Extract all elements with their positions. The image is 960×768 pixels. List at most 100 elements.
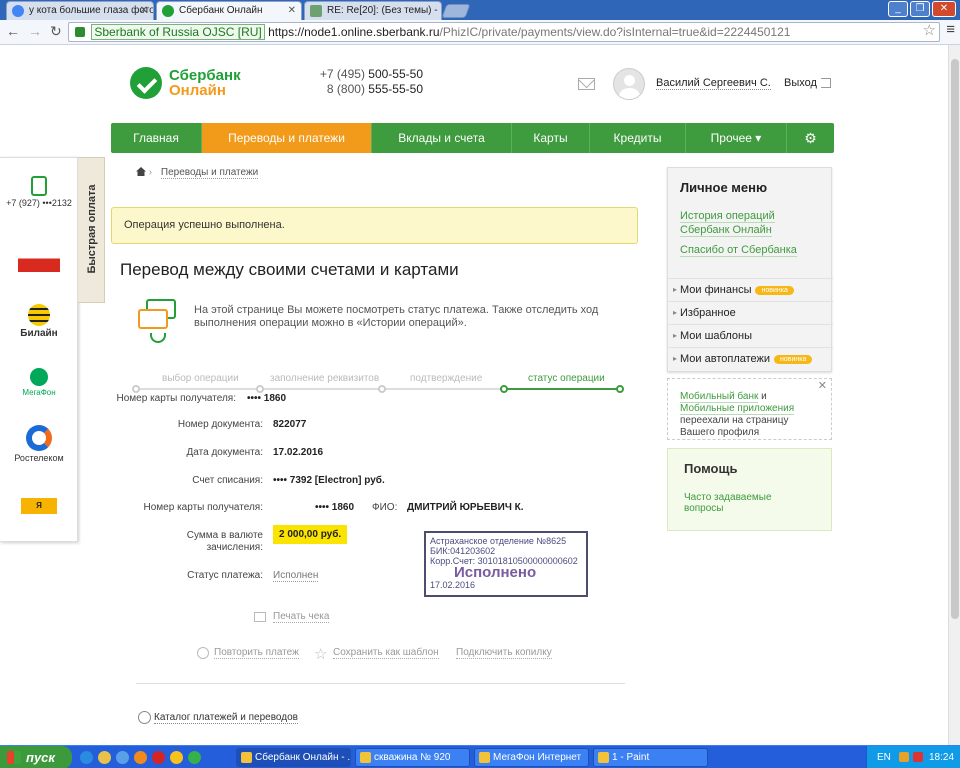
page-title: Перевод между своими счетами и картами [120, 260, 459, 279]
mobile-bank-link[interactable]: Мобильный банк [680, 391, 759, 403]
back-icon[interactable]: ← [6, 23, 20, 39]
quick-pay-megafon[interactable]: МегаФон [0, 368, 78, 397]
new-badge: новинка [755, 286, 794, 295]
chevron-right-icon: ▸ [673, 308, 678, 317]
folder-icon[interactable] [98, 751, 111, 764]
piggy-bank-link[interactable]: Подключить копилку [456, 647, 552, 659]
catalog-link[interactable]: Каталог платежей и переводов [154, 712, 298, 724]
taskbar-sberbank[interactable]: Сбербанк Онлайн - ... [236, 748, 351, 767]
home-icon[interactable] [136, 167, 146, 176]
first-card-value: •••• 1860 [247, 393, 287, 404]
bookmark-star-icon[interactable]: ☆ [923, 21, 936, 39]
firefox-icon[interactable] [134, 751, 147, 764]
printer-icon[interactable] [254, 612, 266, 622]
repeat-icon[interactable] [197, 647, 209, 659]
settings-gear-icon[interactable]: ⚙ [787, 123, 834, 153]
nav-other[interactable]: Прочее ▾ [686, 123, 787, 153]
history-link-2[interactable]: Сбербанк Онлайн [680, 224, 772, 237]
info-text: На этой странице Вы можете посмотреть ст… [194, 304, 599, 329]
menu-autopayments[interactable]: ▸ Мои автоплатежи новинка [668, 347, 833, 370]
new-badge: новинка [774, 355, 813, 364]
avatar[interactable] [613, 68, 645, 100]
minimize-button[interactable]: _ [888, 1, 908, 17]
nav-deposits[interactable]: Вклады и счета [372, 123, 512, 153]
taskbar-folder[interactable]: скважина № 920 [355, 748, 470, 767]
scrollbar-thumb[interactable] [951, 59, 959, 619]
nav-cards[interactable]: Карты [512, 123, 590, 153]
address-bar[interactable]: Sberbank of Russia OJSC [RU] https://nod… [68, 22, 940, 42]
history-link[interactable]: История операций [680, 210, 775, 223]
close-icon[interactable]: ✕ [818, 380, 827, 392]
nav-home[interactable]: Главная [111, 123, 202, 153]
ev-certificate-label[interactable]: Sberbank of Russia OJSC [RU] [91, 24, 265, 40]
tab-sberbank[interactable]: Сбербанк Онлайн ✕ [156, 1, 302, 21]
family-logo-icon [18, 242, 60, 272]
help-panel: Помощь Часто задаваемые вопросы [667, 448, 832, 531]
tray-icon[interactable] [899, 752, 909, 762]
reload-icon[interactable]: ↻ [50, 23, 62, 40]
mail-icon[interactable] [578, 78, 595, 90]
catalog-back-icon[interactable] [138, 711, 151, 724]
chevron-right-icon: ▸ [673, 354, 678, 363]
sberbank-logo[interactable]: Сбербанк Онлайн [130, 67, 241, 99]
new-tab-button[interactable] [441, 4, 471, 18]
taskbar-megafon[interactable]: МегаФон Интернет [474, 748, 589, 767]
quick-pay-rostelecom[interactable]: Ростелеком [0, 425, 78, 463]
mobile-notice: ✕ Мобильный банк и Мобильные приложения … [667, 378, 832, 440]
yandex-money-logo-icon: Я [21, 498, 57, 514]
spasibo-link[interactable]: Спасибо от Сбербанка [680, 244, 797, 257]
bank-stamp: Астраханское отделение №8625 БИК:0412036… [424, 531, 588, 597]
fio-value: ДМИТРИЙ ЮРЬЕВИЧ К. [407, 502, 524, 513]
username-link[interactable]: Василий Сергеевич С. [656, 77, 771, 90]
close-tab-icon[interactable]: ✕ [288, 5, 296, 16]
save-template-link[interactable]: Сохранить как шаблон [333, 647, 439, 659]
recipient-card-label: Номер карты получателя: [143, 502, 263, 513]
breadcrumb-link[interactable]: Переводы и платежи [160, 167, 259, 179]
contact-phones: +7 (495) 500-55-50 8 (800) 555-55-50 [319, 67, 423, 96]
browser-menu-icon[interactable]: ≡ [946, 21, 955, 38]
quick-pay-tab[interactable]: Быстрая оплата [78, 157, 105, 303]
clock: 18:24 [929, 752, 955, 763]
tab-mail[interactable]: RE: Re[20]: (Без темы) - lib [304, 1, 442, 20]
breadcrumb: › Переводы и платежи [136, 167, 259, 179]
repeat-payment-link[interactable]: Повторить платеж [214, 647, 299, 659]
nav-credits[interactable]: Кредиты [590, 123, 686, 153]
menu-favorites[interactable]: ▸ Избранное [668, 301, 833, 324]
start-button[interactable]: пуск [0, 746, 72, 768]
status-link[interactable]: Исполнен [273, 570, 319, 582]
quick-pay-phone[interactable]: +7 (927) •••2132 [0, 176, 78, 208]
tray-icon-2[interactable] [913, 752, 923, 762]
menu-templates[interactable]: ▸ Мои шаблоны [668, 324, 833, 347]
print-receipt-link[interactable]: Печать чека [273, 611, 330, 623]
url-host: https://node1.online.sberbank.ru [268, 25, 440, 39]
nav-transfers[interactable]: Переводы и платежи [202, 123, 372, 153]
desktop-icon[interactable] [116, 751, 129, 764]
chrome-icon[interactable] [170, 751, 183, 764]
logout-link[interactable]: Выход [784, 77, 817, 89]
logout-icon[interactable] [821, 78, 831, 88]
close-window-button[interactable]: ✕ [932, 1, 956, 17]
language-indicator[interactable]: EN [877, 746, 891, 768]
browser-toolbar: ← → ↻ Sberbank of Russia OJSC [RU] https… [0, 20, 960, 45]
close-tab-icon[interactable]: ✕ [140, 5, 148, 16]
opera-icon[interactable] [152, 751, 165, 764]
quick-pay-yandex[interactable]: Я [0, 498, 78, 514]
divider [136, 683, 625, 684]
forward-icon[interactable]: → [28, 23, 42, 39]
ie-icon[interactable] [80, 751, 93, 764]
tab-cat-search[interactable]: у кота большие глаза фото ✕ [6, 1, 154, 20]
chevron-right-icon: ▸ [673, 285, 678, 294]
quick-pay-family[interactable] [0, 242, 78, 274]
scrollbar[interactable] [948, 45, 960, 745]
faq-link[interactable]: Часто задаваемые вопросы [684, 492, 774, 514]
star-icon[interactable]: ☆ [314, 645, 327, 663]
sberbank-icon [162, 5, 174, 17]
mobile-apps-link[interactable]: Мобильные приложения [680, 403, 795, 415]
quick-pay-beeline[interactable]: Билайн [0, 304, 78, 339]
app-icon[interactable] [188, 751, 201, 764]
maximize-button[interactable]: ❐ [910, 1, 930, 17]
status-label: Статус платежа: [187, 570, 263, 581]
menu-my-finances[interactable]: ▸ Мои финансы новинка [668, 278, 833, 301]
taskbar-paint[interactable]: 1 - Paint [593, 748, 708, 767]
cards-transfer-icon [136, 297, 180, 345]
